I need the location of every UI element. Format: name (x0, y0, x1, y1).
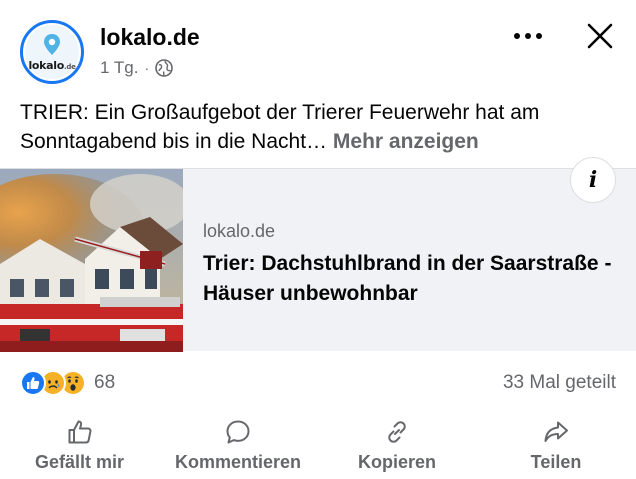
reactions-summary[interactable]: 68 (20, 368, 115, 398)
share-label: Teilen (530, 452, 582, 472)
thumbs-up-icon (66, 418, 94, 446)
globe-icon (155, 59, 173, 77)
comment-button[interactable]: Kommentieren (160, 412, 316, 479)
see-more-link[interactable]: Mehr anzeigen (333, 130, 479, 153)
like-button[interactable]: Gefällt mir (22, 412, 137, 479)
copy-link-button[interactable]: Kopieren (346, 412, 448, 479)
link-preview-image (0, 169, 183, 352)
reaction-count: 68 (94, 372, 116, 393)
comment-label: Kommentieren (174, 452, 302, 472)
link-icon (383, 418, 411, 446)
link-domain: lokalo.de (203, 221, 276, 241)
like-icon (20, 370, 46, 396)
like-label: Gefällt mir (34, 452, 125, 472)
location-pin-icon (44, 33, 60, 55)
post-header: lokalo.de lokalo.de 1 Tg. · (0, 0, 636, 90)
post-text: TRIER: Ein Großaufgebot der Trierer Feue… (20, 98, 620, 156)
avatar-logo-text: lokalo.de (28, 59, 75, 72)
share-button[interactable]: Teilen (512, 412, 600, 479)
post-meta: 1 Tg. · (100, 58, 173, 78)
close-button[interactable] (582, 18, 618, 54)
page-avatar[interactable]: lokalo.de (20, 20, 84, 84)
meta-separator: · (144, 60, 150, 76)
share-icon (542, 418, 570, 446)
avatar-logo-text-suffix: .de (64, 62, 76, 71)
more-options-button[interactable] (510, 22, 546, 50)
action-bar: Gefällt mir Kommentieren Kopieren Teilen (0, 412, 636, 479)
link-title[interactable]: Trier: Dachstuhlbrand in der Saarstraße … (203, 249, 623, 309)
avatar-logo: lokalo.de (25, 25, 79, 79)
post-time[interactable]: 1 Tg. (100, 58, 138, 78)
avatar-logo-text-main: lokalo (28, 58, 65, 72)
page-name[interactable]: lokalo.de (100, 24, 200, 51)
comment-icon (224, 418, 252, 446)
link-preview-card[interactable]: lokalo.de Trier: Dachstuhlbrand in der S… (0, 168, 636, 352)
close-icon (587, 23, 613, 49)
info-button[interactable]: i (570, 157, 616, 203)
copy-label: Kopieren (357, 452, 436, 472)
share-count[interactable]: 33 Mal geteilt (503, 372, 616, 394)
more-horizontal-icon (514, 33, 542, 39)
